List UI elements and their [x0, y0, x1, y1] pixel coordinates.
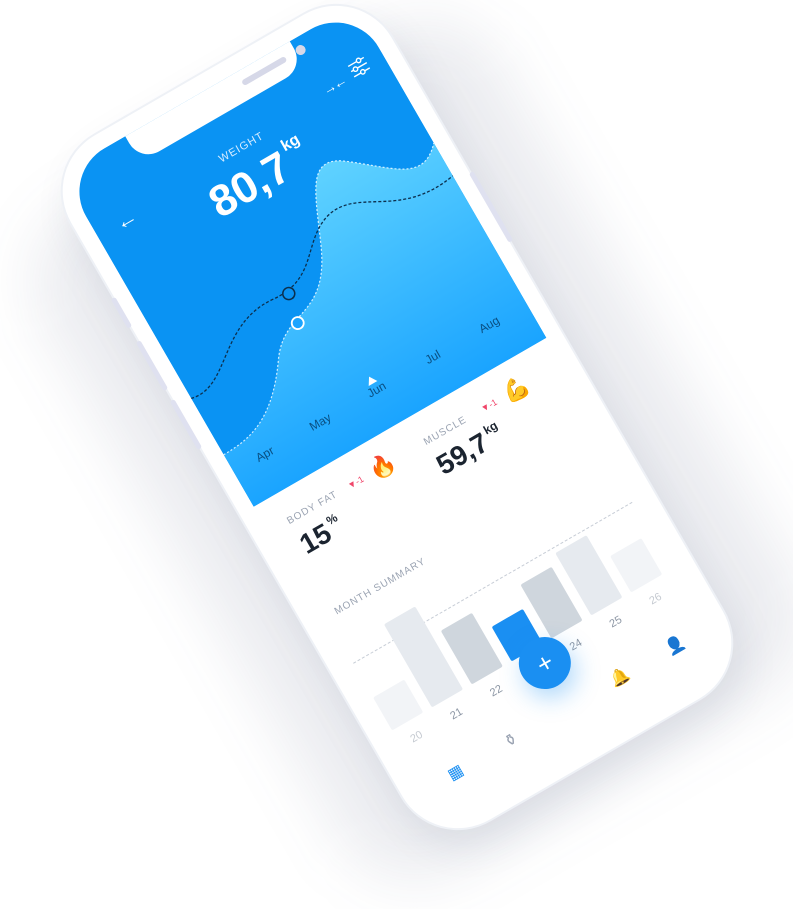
weight-unit: kg [278, 130, 303, 156]
camera [293, 43, 308, 57]
trend-point[interactable] [281, 285, 297, 301]
profile-icon[interactable]: 👤 [653, 627, 698, 664]
flexed-arm-icon: 💪 [497, 371, 534, 408]
muscle-delta: ▼-1 [479, 396, 499, 415]
dashboard-icon[interactable]: ▦ [433, 754, 478, 791]
body-fat-delta: ▼-1 [345, 473, 366, 492]
kettlebell-icon[interactable]: ⚱ [489, 722, 534, 759]
fire-icon: 🔥 [364, 448, 401, 485]
bell-icon[interactable]: 🔔 [598, 659, 643, 696]
